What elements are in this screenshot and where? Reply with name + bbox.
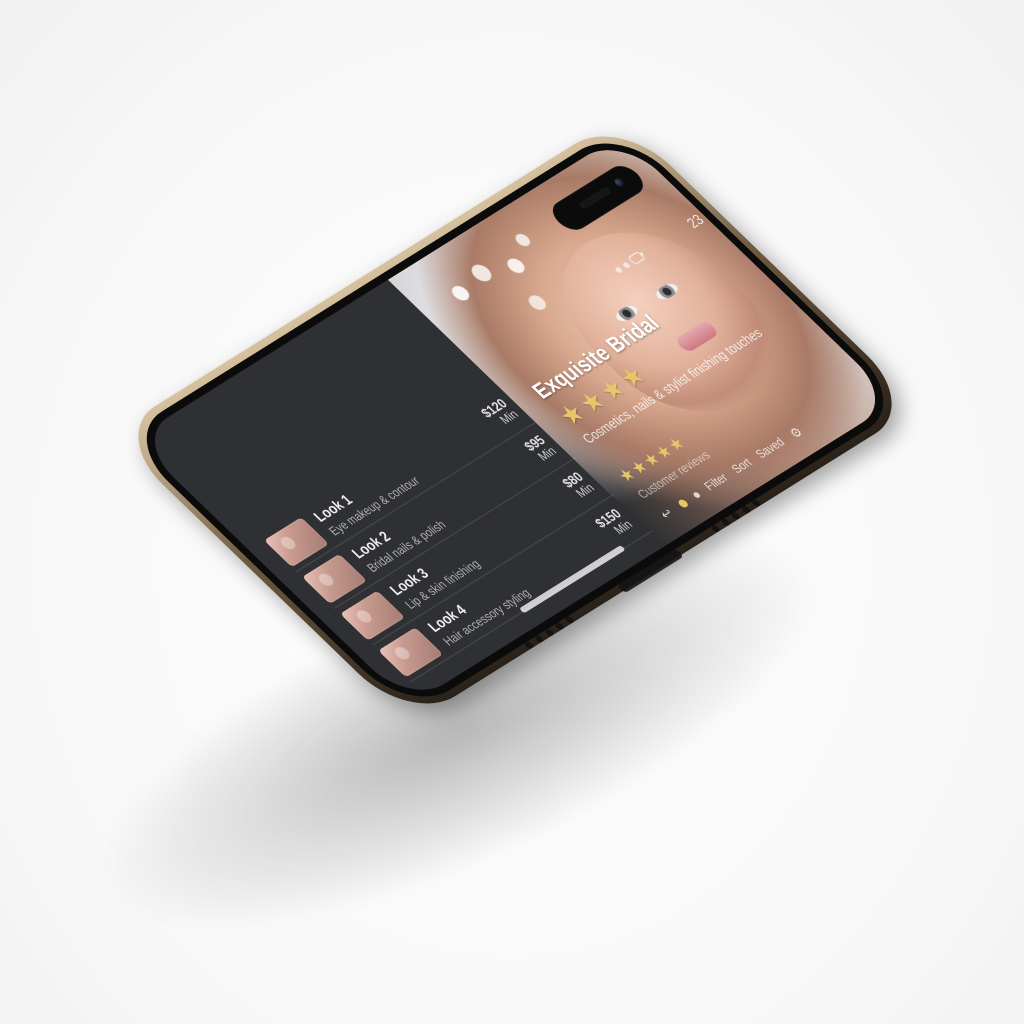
- settings-icon[interactable]: ⚙: [785, 423, 807, 441]
- small-dot-icon[interactable]: [691, 490, 701, 499]
- scene: 23 Exquisite Bridal ★★★★ Cosmetics, nail…: [0, 0, 1024, 1024]
- status-dot-icon: [621, 260, 631, 269]
- battery-icon: [627, 251, 646, 266]
- toggle-dot-icon[interactable]: [676, 497, 690, 509]
